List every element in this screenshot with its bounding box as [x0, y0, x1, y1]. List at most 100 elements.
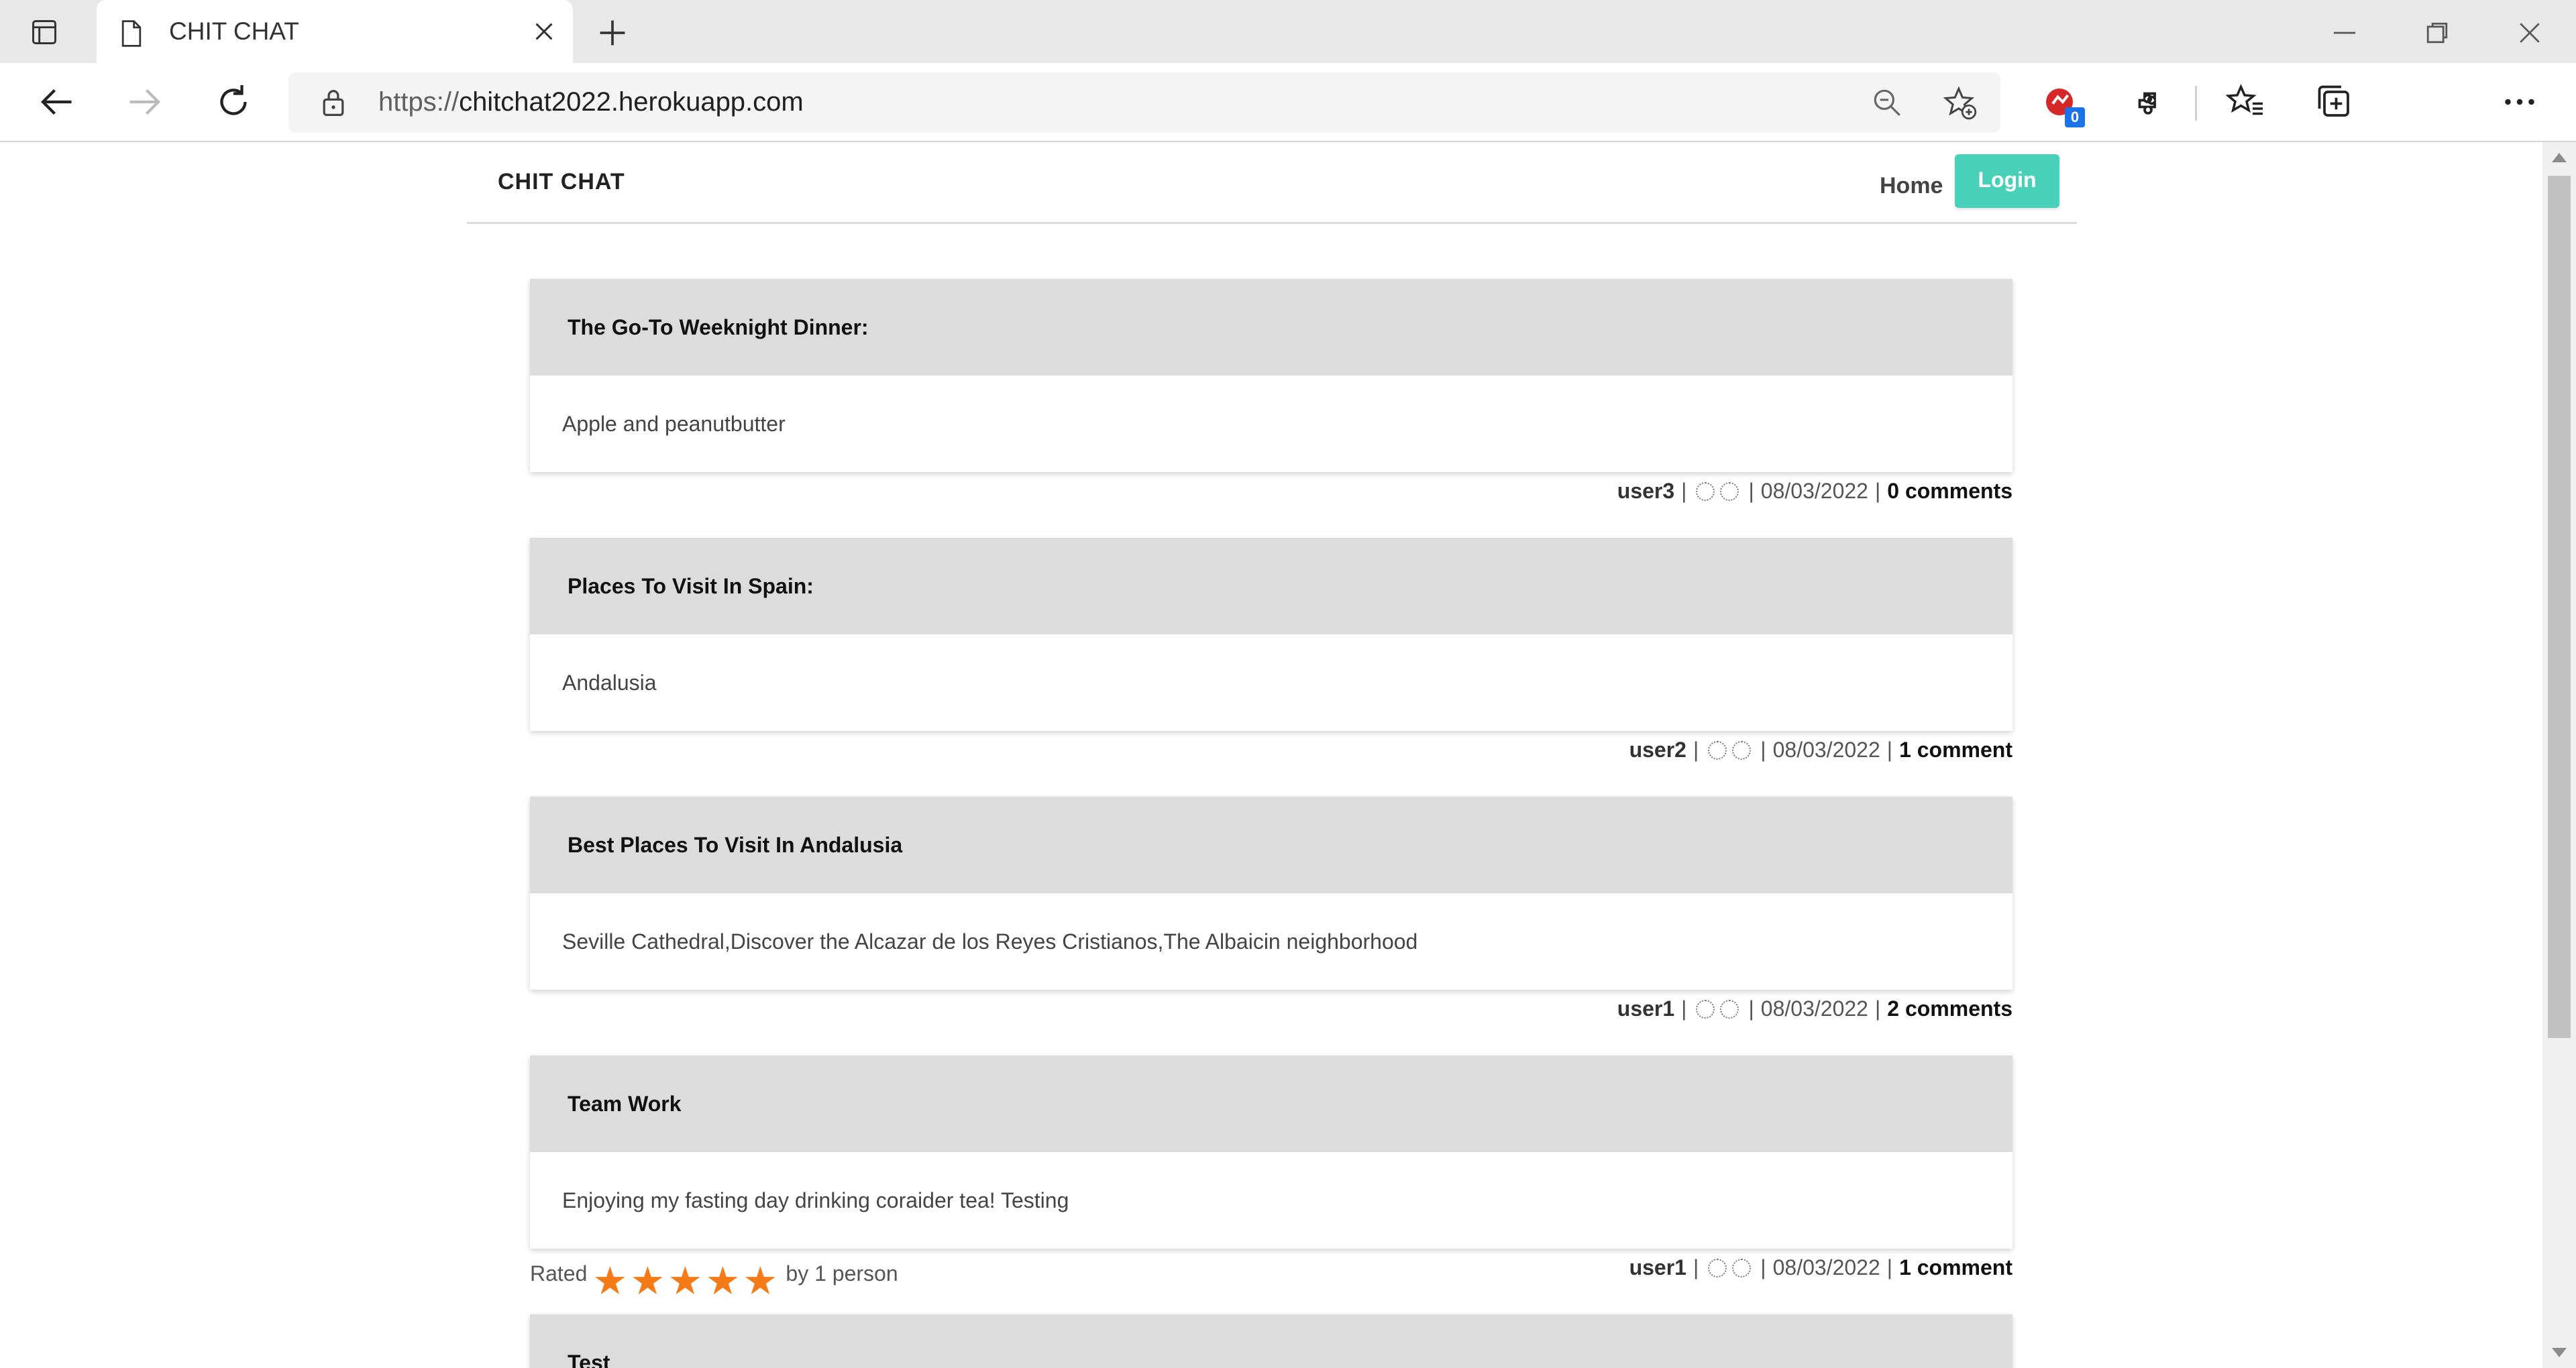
meta-separator: |: [1748, 996, 1754, 1021]
post-date: 08/03/2022: [1772, 1255, 1880, 1279]
post-title: The Go-To Weeknight Dinner:: [530, 279, 2012, 376]
post-item: Team Work Enjoying my fasting day drinki…: [530, 1056, 2012, 1301]
meta-separator: |: [1693, 738, 1699, 762]
post-content: Seville Cathedral,Discover the Alcazar d…: [562, 929, 1418, 954]
restore-icon[interactable]: [2422, 17, 2453, 48]
post-content: Enjoying my fasting day drinking coraide…: [562, 1188, 1069, 1212]
document-icon: [121, 20, 142, 47]
browser-tab[interactable]: CHIT CHAT: [97, 0, 573, 63]
refresh-icon[interactable]: [213, 82, 254, 122]
post-title: Test: [530, 1314, 2012, 1368]
star-icon[interactable]: ★: [592, 1262, 627, 1301]
page-viewport: CHIT CHAT Home Login The Go-To Weeknight…: [0, 142, 2542, 1368]
post-title: Team Work: [530, 1056, 2012, 1152]
star-icon[interactable]: ★: [630, 1262, 665, 1301]
zoom-out-icon[interactable]: [1870, 86, 1904, 119]
rating-suffix: by 1 person: [786, 1261, 898, 1286]
nav-home-link[interactable]: Home: [1880, 173, 1943, 199]
reaction-icon[interactable]: [1708, 740, 1727, 760]
star-icon[interactable]: ★: [743, 1262, 777, 1301]
reaction-icon[interactable]: [1720, 481, 1739, 501]
post-meta: user3 | | 08/03/2022 | 0 comments: [1617, 479, 2012, 504]
post-card[interactable]: Test: [530, 1314, 2012, 1368]
collections-icon[interactable]: [2314, 82, 2355, 122]
lock-icon[interactable]: [318, 87, 349, 118]
browser-toolbar: https://chitchat2022.herokuapp.com: [0, 63, 2576, 189]
post-date: 08/03/2022: [1760, 479, 1868, 503]
post-item: Test: [530, 1314, 2012, 1368]
browser-tab-bar: CHIT CHAT: [0, 0, 2576, 63]
meta-separator: |: [1681, 996, 1687, 1021]
reaction-icon[interactable]: [1732, 740, 1752, 760]
scroll-up-arrow-icon[interactable]: [2552, 153, 2567, 162]
new-tab-icon[interactable]: [597, 17, 628, 48]
scrollbar-thumb[interactable]: [2548, 176, 2571, 1038]
post-card[interactable]: Best Places To Visit In Andalusia Sevill…: [530, 797, 2012, 990]
post-date: 08/03/2022: [1772, 738, 1880, 762]
post-meta: user1 | | 08/03/2022 | 1 comment: [1629, 1255, 2012, 1280]
post-comments-link[interactable]: 0 comments: [1887, 479, 2012, 504]
more-options-icon[interactable]: [2500, 82, 2540, 122]
url-text[interactable]: https://chitchat2022.herokuapp.com: [378, 87, 804, 117]
meta-separator: |: [1760, 1255, 1766, 1279]
post-author: user3: [1617, 479, 1675, 503]
close-icon[interactable]: [531, 19, 557, 44]
post-author: user1: [1629, 1255, 1686, 1279]
rating-prefix: Rated: [530, 1261, 588, 1286]
address-bar[interactable]: https://chitchat2022.herokuapp.com: [288, 72, 2000, 133]
add-favorite-icon[interactable]: [1943, 86, 1978, 121]
rating-stars[interactable]: ★ ★ ★ ★ ★: [592, 1262, 780, 1301]
star-icon[interactable]: ★: [705, 1262, 740, 1301]
forward-icon[interactable]: [125, 82, 165, 122]
post-item: Best Places To Visit In Andalusia Sevill…: [530, 797, 2012, 1021]
post-card[interactable]: Places To Visit In Spain: Andalusia: [530, 538, 2012, 731]
post-comments-link[interactable]: 1 comment: [1899, 1255, 2012, 1280]
tab-title: CHIT CHAT: [169, 17, 299, 45]
meta-separator: |: [1886, 1255, 1893, 1279]
post-author: user2: [1629, 738, 1686, 762]
back-icon[interactable]: [36, 82, 76, 122]
post-author: user1: [1617, 996, 1675, 1021]
tab-actions-icon[interactable]: [30, 17, 59, 47]
post-comments-link[interactable]: 2 comments: [1887, 996, 2012, 1021]
star-icon[interactable]: ★: [667, 1262, 702, 1301]
site-navbar: CHIT CHAT Home Login: [467, 142, 2077, 224]
post-meta: user2 | | 08/03/2022 | 1 comment: [1629, 738, 2012, 762]
meta-separator: |: [1748, 479, 1754, 503]
post-title: Places To Visit In Spain:: [530, 538, 2012, 634]
close-window-icon[interactable]: [2514, 17, 2545, 48]
reaction-icon[interactable]: [1732, 1258, 1752, 1277]
meta-separator: |: [1693, 1255, 1699, 1279]
minimize-icon[interactable]: [2329, 17, 2360, 48]
post-card[interactable]: Team Work Enjoying my fasting day drinki…: [530, 1056, 2012, 1249]
scroll-down-arrow-icon[interactable]: [2552, 1348, 2567, 1357]
extensions-puzzle-icon[interactable]: [2128, 82, 2168, 122]
post-title: Best Places To Visit In Andalusia: [530, 797, 2012, 893]
post-date: 08/03/2022: [1760, 996, 1868, 1021]
meta-separator: |: [1874, 479, 1881, 503]
reaction-icon[interactable]: [1708, 1258, 1727, 1277]
site-brand[interactable]: CHIT CHAT: [498, 169, 625, 195]
post-content: Andalusia: [562, 670, 657, 695]
post-content: Apple and peanutbutter: [562, 411, 786, 436]
toolbar-separator: [2195, 86, 2197, 121]
post-item: Places To Visit In Spain: Andalusia user…: [530, 538, 2012, 762]
meta-separator: |: [1681, 479, 1687, 503]
reaction-icon[interactable]: [1720, 999, 1739, 1019]
post-comments-link[interactable]: 1 comment: [1899, 738, 2012, 762]
post-item: The Go-To Weeknight Dinner: Apple and pe…: [530, 279, 2012, 503]
url-scheme: https://: [378, 87, 460, 117]
meta-separator: |: [1874, 996, 1881, 1021]
meta-separator: |: [1886, 738, 1893, 762]
post-card[interactable]: The Go-To Weeknight Dinner: Apple and pe…: [530, 279, 2012, 472]
login-button[interactable]: Login: [1955, 154, 2059, 208]
post-rating: Rated ★ ★ ★ ★ ★ by 1 person: [530, 1254, 898, 1301]
page-scrollbar[interactable]: [2542, 142, 2576, 1368]
favorites-icon[interactable]: [2226, 82, 2266, 122]
post-meta: user1 | | 08/03/2022 | 2 comments: [1617, 996, 2012, 1021]
meta-separator: |: [1760, 738, 1766, 762]
extension-badge: 0: [2065, 107, 2085, 127]
reaction-icon[interactable]: [1696, 481, 1715, 501]
reaction-icon[interactable]: [1696, 999, 1715, 1019]
url-host: chitchat2022.herokuapp.com: [459, 87, 804, 117]
